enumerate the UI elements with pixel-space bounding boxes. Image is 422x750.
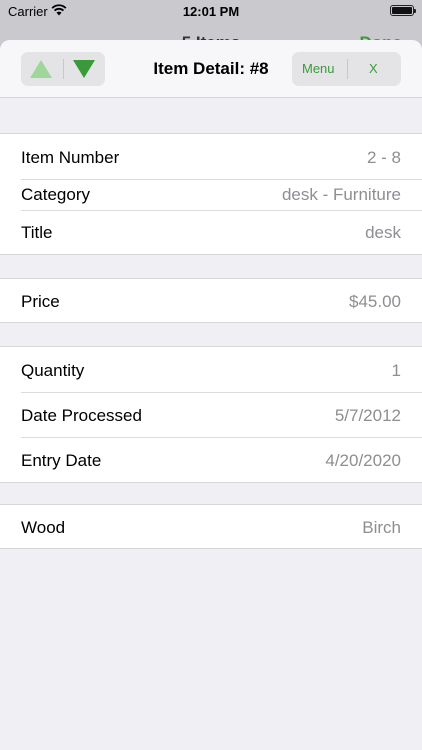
row-label: Category: [21, 185, 90, 204]
row-label: Date Processed: [21, 406, 142, 425]
detail-row-entry-date[interactable]: Entry Date 4/20/2020: [0, 437, 422, 482]
row-value: 2 - 8: [366, 148, 401, 167]
row-value: 5/7/2012: [334, 406, 401, 425]
segment-divider: [63, 59, 64, 79]
row-value: 4/20/2020: [325, 451, 401, 470]
row-label: Quantity: [21, 361, 85, 380]
row-value: desk: [365, 223, 401, 242]
close-button[interactable]: X: [369, 61, 378, 76]
detail-row-title[interactable]: Title desk: [0, 210, 422, 254]
detail-row-date-processed[interactable]: Date Processed 5/7/2012: [0, 392, 422, 437]
navigation-segment: [21, 52, 105, 86]
row-label: Item Number: [21, 148, 120, 167]
previous-item-arrow-icon[interactable]: [29, 59, 53, 79]
quantity-group: Quantity 1 Date Processed 5/7/2012 Entry…: [0, 346, 422, 483]
row-label: Title: [21, 223, 53, 242]
status-bar: Carrier 12:01 PM: [0, 0, 422, 24]
row-value: desk - Furniture: [281, 185, 401, 204]
detail-row-quantity[interactable]: Quantity 1: [0, 347, 422, 392]
row-label: Entry Date: [21, 451, 102, 470]
material-group: Wood Birch: [0, 504, 422, 549]
detail-row-wood[interactable]: Wood Birch: [0, 505, 422, 548]
row-label: Price: [21, 292, 60, 311]
details-group: Item Number 2 - 8 Category desk - Furnit…: [0, 133, 422, 255]
row-value: 1: [391, 361, 401, 380]
row-value: Birch: [362, 518, 401, 537]
clock: 12:01 PM: [182, 4, 240, 19]
row-label: Wood: [21, 518, 66, 537]
sheet-header: Item Detail: #8 Menu X: [0, 40, 422, 98]
price-group: Price $45.00: [0, 278, 422, 323]
row-value: $45.00: [349, 292, 401, 311]
action-segment: Menu X: [292, 52, 401, 86]
menu-button[interactable]: Menu: [302, 61, 335, 76]
item-detail-sheet: Item Detail: #8 Menu X Item Number 2 - 8…: [0, 40, 422, 750]
battery-icon: [390, 5, 416, 16]
detail-row-price[interactable]: Price $45.00: [0, 279, 422, 322]
detail-row-item-number[interactable]: Item Number 2 - 8: [0, 134, 422, 179]
next-item-arrow-icon[interactable]: [72, 59, 96, 79]
segment-divider: [347, 59, 348, 79]
detail-row-category[interactable]: Category desk - Furniture: [0, 179, 422, 210]
